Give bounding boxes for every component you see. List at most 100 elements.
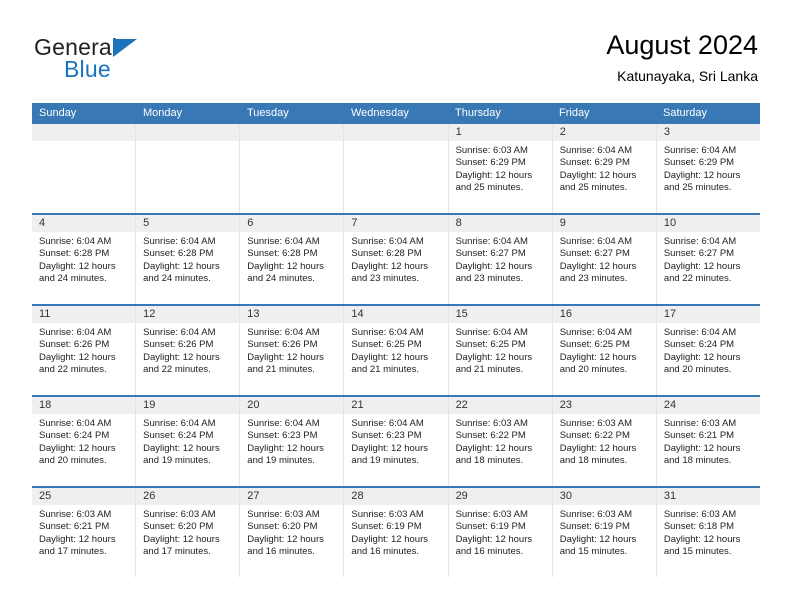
day-number: 26 — [136, 488, 240, 505]
day-cell[interactable]: 25 Sunrise: 6:03 AM Sunset: 6:21 PM Dayligh… — [32, 488, 137, 577]
page-header: General Blue August 2024 Katunayaka, Sri… — [34, 28, 758, 94]
daylight-text-line2: and 21 minutes. — [247, 364, 315, 376]
day-sun-info: Sunrise: 6:04 AM Sunset: 6:27 PM Daylight:… — [657, 232, 760, 286]
day-sun-info: Sunrise: 6:04 AM Sunset: 6:23 PM Daylight:… — [344, 414, 447, 468]
day-sun-info: Sunrise: 6:03 AM Sunset: 6:19 PM Daylight:… — [344, 505, 447, 559]
day-cell[interactable]: 24 Sunrise: 6:03 AM Sunset: 6:21 PM Dayligh… — [656, 397, 760, 486]
daylight-text-line1: Daylight: 12 hours — [143, 351, 220, 363]
daylight-text-line2: and 23 minutes. — [455, 273, 524, 285]
sunrise-text: Sunrise: 6:04 AM — [663, 145, 737, 156]
daylight-text-line2: and 24 minutes. — [143, 273, 211, 285]
day-cell[interactable]: 1 Sunrise: 6:03 AM Sunset: 6:29 PM Daylight… — [448, 124, 553, 213]
day-sun-info: Sunrise: 6:04 AM Sunset: 6:25 PM Daylight:… — [449, 323, 552, 377]
sunset-text: Sunset: 6:26 PM — [247, 339, 318, 351]
day-cell[interactable]: 3 Sunrise: 6:04 AM Sunset: 6:29 PM Daylight… — [656, 124, 760, 213]
sunset-text: Sunset: 6:24 PM — [143, 430, 214, 442]
day-cell[interactable]: 15 Sunrise: 6:04 AM Sunset: 6:25 PM Dayligh… — [448, 306, 553, 395]
daylight-text-line2: and 16 minutes. — [455, 546, 524, 558]
sunrise-text: Sunrise: 6:04 AM — [247, 418, 320, 429]
daylight-text-line1: Daylight: 12 hours — [559, 533, 637, 545]
sunrise-text: Sunrise: 6:03 AM — [351, 509, 424, 520]
sunset-text: Sunset: 6:22 PM — [455, 430, 526, 442]
day-cell[interactable]: 2 Sunrise: 6:04 AM Sunset: 6:29 PM Daylight… — [552, 124, 657, 213]
day-cell[interactable]: 29 Sunrise: 6:03 AM Sunset: 6:19 PM Dayligh… — [448, 488, 553, 577]
day-sun-info: Sunrise: 6:04 AM Sunset: 6:28 PM Daylight:… — [136, 232, 239, 286]
sunset-text: Sunset: 6:28 PM — [351, 248, 422, 260]
sunrise-text: Sunrise: 6:04 AM — [143, 327, 216, 338]
daylight-text-line1: Daylight: 12 hours — [455, 260, 533, 272]
day-cell[interactable]: 13 Sunrise: 6:04 AM Sunset: 6:26 PM Dayligh… — [240, 306, 345, 395]
sunset-text: Sunset: 6:24 PM — [39, 430, 110, 442]
day-cell[interactable]: 4 Sunrise: 6:04 AM Sunset: 6:28 PM Daylight… — [32, 215, 137, 304]
day-cell[interactable]: 28 Sunrise: 6:03 AM Sunset: 6:19 PM Dayligh… — [344, 488, 449, 577]
day-cell[interactable]: 31 Sunrise: 6:03 AM Sunset: 6:18 PM Dayligh… — [656, 488, 760, 577]
sunset-text: Sunset: 6:18 PM — [663, 521, 735, 533]
day-number: 6 — [240, 215, 344, 232]
day-number: 1 — [448, 124, 552, 141]
day-cell[interactable]: 26 Sunrise: 6:03 AM Sunset: 6:20 PM Dayligh… — [136, 488, 241, 577]
day-sun-info: Sunrise: 6:04 AM Sunset: 6:29 PM Daylight:… — [553, 141, 656, 195]
day-cell[interactable]: 23 Sunrise: 6:03 AM Sunset: 6:22 PM Dayligh… — [552, 397, 657, 486]
sunrise-text: Sunrise: 6:03 AM — [559, 418, 633, 429]
day-sun-info: Sunrise: 6:04 AM Sunset: 6:26 PM Daylight:… — [240, 323, 343, 377]
calendar-week-row: 4 Sunrise: 6:04 AM Sunset: 6:28 PM Daylight… — [32, 213, 760, 304]
weekday-header-wednesday: Wednesday — [351, 107, 409, 119]
calendar-grid: Sunday Monday Tuesday Wednesday Thursday Frid… — [32, 103, 760, 577]
sunrise-text: Sunrise: 6:03 AM — [663, 509, 737, 520]
sunset-text: Sunset: 6:26 PM — [39, 339, 110, 351]
day-number: 28 — [344, 488, 448, 505]
day-sun-info: Sunrise: 6:04 AM Sunset: 6:26 PM Daylight:… — [136, 323, 239, 377]
day-cell[interactable]: 18 Sunrise: 6:04 AM Sunset: 6:24 PM Dayligh… — [32, 397, 137, 486]
day-cell[interactable]: 30 Sunrise: 6:03 AM Sunset: 6:19 PM Dayligh… — [552, 488, 657, 577]
sunrise-text: Sunrise: 6:04 AM — [351, 418, 424, 429]
weekday-header-sunday: Sunday — [39, 107, 77, 119]
daylight-text-line1: Daylight: 12 hours — [39, 260, 116, 272]
calendar-week-row: 25 Sunrise: 6:03 AM Sunset: 6:21 PM Dayligh… — [32, 486, 760, 577]
daylight-text-line1: Daylight: 12 hours — [351, 260, 428, 272]
daylight-text-line2: and 19 minutes. — [143, 455, 211, 467]
daylight-text-line2: and 24 minutes. — [247, 273, 315, 285]
day-number — [136, 124, 240, 141]
day-sun-info: Sunrise: 6:03 AM Sunset: 6:21 PM Daylight:… — [657, 414, 760, 468]
day-cell[interactable]: 16 Sunrise: 6:04 AM Sunset: 6:25 PM Dayligh… — [552, 306, 657, 395]
daylight-text-line1: Daylight: 12 hours — [351, 351, 428, 363]
day-number: 3 — [656, 124, 760, 141]
day-cell[interactable]: 17 Sunrise: 6:04 AM Sunset: 6:24 PM Dayligh… — [656, 306, 760, 395]
day-cell[interactable]: 5 Sunrise: 6:04 AM Sunset: 6:28 PM Daylight… — [136, 215, 241, 304]
daylight-text-line2: and 17 minutes. — [39, 546, 107, 558]
sunrise-text: Sunrise: 6:04 AM — [143, 418, 216, 429]
sunset-text: Sunset: 6:26 PM — [143, 339, 214, 351]
day-number: 10 — [656, 215, 760, 232]
day-cell[interactable]: 11 Sunrise: 6:04 AM Sunset: 6:26 PM Dayligh… — [32, 306, 137, 395]
day-cell[interactable]: 10 Sunrise: 6:04 AM Sunset: 6:27 PM Dayligh… — [656, 215, 760, 304]
sunset-text: Sunset: 6:20 PM — [143, 521, 214, 533]
day-cell[interactable]: 6 Sunrise: 6:04 AM Sunset: 6:28 PM Daylight… — [240, 215, 345, 304]
sunrise-text: Sunrise: 6:03 AM — [247, 509, 320, 520]
day-sun-info: Sunrise: 6:04 AM Sunset: 6:24 PM Daylight:… — [32, 414, 135, 468]
day-cell[interactable]: 22 Sunrise: 6:03 AM Sunset: 6:22 PM Dayligh… — [448, 397, 553, 486]
sunrise-text: Sunrise: 6:03 AM — [663, 418, 737, 429]
day-cell[interactable]: 20 Sunrise: 6:04 AM Sunset: 6:23 PM Dayligh… — [240, 397, 345, 486]
day-cell[interactable]: 9 Sunrise: 6:04 AM Sunset: 6:27 PM Daylight… — [552, 215, 657, 304]
day-number: 23 — [552, 397, 656, 414]
day-cell[interactable]: 27 Sunrise: 6:03 AM Sunset: 6:20 PM Dayligh… — [240, 488, 345, 577]
daylight-text-line1: Daylight: 12 hours — [663, 442, 741, 454]
day-sun-info: Sunrise: 6:03 AM Sunset: 6:20 PM Daylight:… — [136, 505, 239, 559]
sunset-text: Sunset: 6:27 PM — [559, 248, 630, 260]
day-cell-empty — [32, 124, 137, 213]
sunrise-text: Sunrise: 6:04 AM — [39, 236, 112, 247]
day-cell[interactable]: 19 Sunrise: 6:04 AM Sunset: 6:24 PM Dayligh… — [136, 397, 241, 486]
sunrise-text: Sunrise: 6:04 AM — [351, 327, 424, 338]
day-cell[interactable]: 7 Sunrise: 6:04 AM Sunset: 6:28 PM Daylight… — [344, 215, 449, 304]
day-cell[interactable]: 8 Sunrise: 6:04 AM Sunset: 6:27 PM Daylight… — [448, 215, 553, 304]
day-cell[interactable]: 14 Sunrise: 6:04 AM Sunset: 6:25 PM Dayligh… — [344, 306, 449, 395]
sunset-text: Sunset: 6:23 PM — [351, 430, 422, 442]
daylight-text-line1: Daylight: 12 hours — [559, 169, 637, 181]
day-cell[interactable]: 21 Sunrise: 6:04 AM Sunset: 6:23 PM Dayligh… — [344, 397, 449, 486]
day-number: 19 — [136, 397, 240, 414]
daylight-text-line1: Daylight: 12 hours — [663, 533, 741, 545]
daylight-text-line2: and 23 minutes. — [559, 273, 628, 285]
sunrise-text: Sunrise: 6:04 AM — [247, 327, 320, 338]
daylight-text-line1: Daylight: 12 hours — [455, 442, 533, 454]
day-cell[interactable]: 12 Sunrise: 6:04 AM Sunset: 6:26 PM Dayligh… — [136, 306, 241, 395]
